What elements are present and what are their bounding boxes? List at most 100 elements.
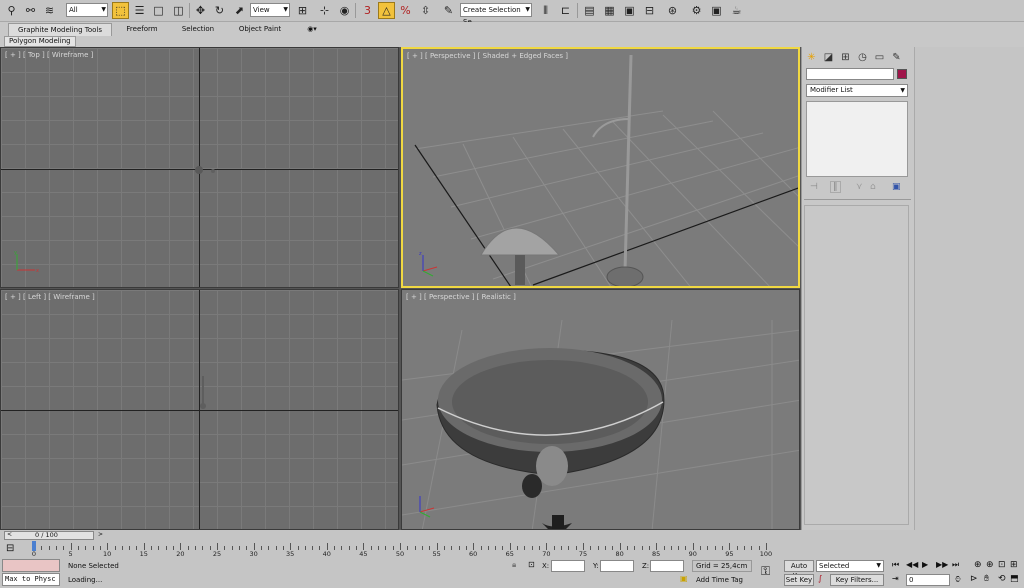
tab-freeform[interactable]: Freeform <box>116 23 168 36</box>
viewport-label[interactable]: [ + ] [ Top ] [ Wireframe ] <box>5 51 93 59</box>
modifier-list-dropdown[interactable]: Modifier List ▼ <box>806 84 908 97</box>
create-tab-icon[interactable]: ✳ <box>804 50 819 65</box>
move-icon[interactable]: ✥ <box>192 2 209 19</box>
hierarchy-tab-icon[interactable]: ⊞ <box>838 50 853 65</box>
curve-editor-icon[interactable]: ▣ <box>621 2 638 19</box>
timeline-tick <box>209 546 211 550</box>
viewport-left[interactable]: [ + ] [ Left ] [ Wireframe ] <box>0 289 399 530</box>
panel-polygon-modeling[interactable]: Polygon Modeling <box>4 36 76 47</box>
key-set-dropdown[interactable]: Selected ▼ <box>816 560 884 572</box>
viewport-label[interactable]: [ + ] [ Left ] [ Wireframe ] <box>5 293 95 301</box>
select-object-icon[interactable]: ⬚ <box>112 2 129 19</box>
keyboard-shortcut-override-icon[interactable]: ◉ <box>336 2 353 19</box>
angle-snap-icon[interactable]: △ <box>378 2 395 19</box>
track-bar[interactable]: ⊟ 0 5 10 15 20 25 30 35 40 45 50 55 60 65 70 75 80 85 90 95… <box>0 541 1024 558</box>
object-name-field[interactable] <box>806 68 894 80</box>
make-unique-icon[interactable]: ⋎ <box>856 182 863 192</box>
schematic-view-icon[interactable]: ⊟ <box>641 2 658 19</box>
absolute-mode-icon[interactable]: ⊡ <box>528 560 535 569</box>
timeline-tick <box>465 546 467 550</box>
spinner-snap-icon[interactable]: ⇳ <box>417 2 434 19</box>
go-to-start-icon[interactable]: ⏮ <box>892 560 899 570</box>
selection-filter-dropdown[interactable]: All <box>66 3 108 17</box>
select-manipulate-icon[interactable]: ⊹ <box>316 2 333 19</box>
show-end-result-icon[interactable]: ‖ <box>830 181 841 193</box>
modifier-stack[interactable] <box>806 101 908 177</box>
align-icon[interactable]: ⊏ <box>557 2 574 19</box>
previous-frame-icon[interactable]: ◀◀ <box>906 560 918 569</box>
orbit-icon[interactable]: ⟲ <box>998 574 1006 584</box>
next-frame-button-icon[interactable]: ▶▶ <box>936 560 948 569</box>
go-to-end-icon[interactable]: ⏭ <box>952 560 959 570</box>
viewport-perspective-realistic[interactable]: [ + ] [ Perspective ] [ Realistic ] <box>401 289 800 530</box>
z-coordinate-field[interactable] <box>650 560 684 572</box>
configure-modifier-sets-icon[interactable]: ▣ <box>892 182 901 192</box>
next-frame-icon[interactable]: > <box>98 531 103 538</box>
viewport-top[interactable]: [ + ] [ Top ] [ Wireframe ] x y <box>0 47 399 288</box>
time-tag-icon[interactable]: ▣ <box>680 574 688 583</box>
graphite-toggle-icon[interactable]: ▦ <box>601 2 618 19</box>
utilities-tab-icon[interactable]: ✎ <box>889 50 904 65</box>
edit-named-selection-icon[interactable]: ✎ <box>440 2 457 19</box>
rectangular-region-icon[interactable]: □ <box>150 2 167 19</box>
lock-icon[interactable]: 🔒︎ <box>512 560 516 570</box>
maxscript-listener-top[interactable] <box>2 559 60 572</box>
field-of-view-icon[interactable]: ⊳ <box>970 574 978 584</box>
tab-graphite-modeling-tools[interactable]: Graphite Modeling Tools <box>8 23 112 36</box>
modify-tab-icon[interactable]: ◪ <box>821 50 836 65</box>
layer-manager-icon[interactable]: ▤ <box>581 2 598 19</box>
zoom-extents-icon[interactable]: ⊡ <box>998 560 1006 570</box>
x-coordinate-field[interactable] <box>551 560 585 572</box>
viewport-perspective-shaded[interactable]: [ + ] [ Perspective ] [ Shaded + Edged F… <box>401 47 800 288</box>
set-key-button[interactable]: Set Key <box>784 574 814 586</box>
maxscript-listener[interactable]: Max to Physc <box>2 573 60 586</box>
rendered-frame-window-icon[interactable]: ▣ <box>708 2 725 19</box>
key-filters-button[interactable]: Key Filters... <box>830 574 884 586</box>
render-production-icon[interactable]: ☕ <box>728 2 745 19</box>
display-tab-icon[interactable]: ▭ <box>872 50 887 65</box>
pivot-center-icon[interactable]: ⊞ <box>294 2 311 19</box>
default-tangents-icon[interactable]: ∫ <box>818 574 822 583</box>
time-cursor[interactable] <box>32 541 36 551</box>
percent-snap-icon[interactable]: % <box>397 2 414 19</box>
material-editor-icon[interactable]: ⊛ <box>664 2 681 19</box>
y-coordinate-field[interactable] <box>600 560 634 572</box>
timeline-tick <box>648 546 650 550</box>
unlink-icon[interactable]: ⚯ <box>22 2 39 19</box>
mirror-icon[interactable]: ⫴ <box>537 2 554 19</box>
zoom-all-icon[interactable]: ⊕ <box>986 560 994 570</box>
zoom-icon[interactable]: ⊕ <box>974 560 982 570</box>
auto-key-button[interactable]: Auto Key <box>784 560 814 580</box>
rotate-icon[interactable]: ↻ <box>211 2 228 19</box>
time-configuration-icon[interactable]: ⌚︎ <box>954 574 962 586</box>
motion-tab-icon[interactable]: ◷ <box>855 50 870 65</box>
scale-icon[interactable]: ⬈ <box>231 2 248 19</box>
zoom-extents-all-icon[interactable]: ⊞ <box>1010 560 1018 570</box>
time-slider[interactable]: < 0 / 100 > <box>4 531 103 540</box>
pin-stack-icon[interactable]: ⊣ <box>810 182 818 192</box>
named-selection-set-dropdown[interactable]: Create Selection Se <box>460 3 532 26</box>
object-color-swatch[interactable] <box>897 69 907 79</box>
reference-coordinate-dropdown[interactable]: View <box>250 3 290 17</box>
tab-object-paint[interactable]: Object Paint <box>228 23 292 36</box>
play-icon[interactable]: ▶ <box>922 560 928 569</box>
key-mode-icon[interactable]: ⇥ <box>892 574 899 583</box>
link-icon[interactable]: ⚲ <box>3 2 20 19</box>
bind-spacewarp-icon[interactable]: ≋ <box>41 2 58 19</box>
prev-frame-icon[interactable]: < <box>7 531 12 538</box>
tab-selection[interactable]: Selection <box>172 23 224 36</box>
maximize-viewport-icon[interactable]: ⬒ <box>1010 574 1019 584</box>
main-toolbar: ⚲ ⚯ ≋ All ⬚ ☰ □ ◫ ✥ ↻ ⬈ View ⊞ ⊹ ◉ 3 △ %… <box>0 0 1024 26</box>
render-setup-icon[interactable]: ⚙ <box>688 2 705 19</box>
window-crossing-icon[interactable]: ◫ <box>170 2 187 19</box>
select-by-name-icon[interactable]: ☰ <box>131 2 148 19</box>
ribbon-options-icon[interactable]: ◉▾ <box>303 23 321 36</box>
remove-modifier-icon[interactable]: ⌂ <box>870 182 876 192</box>
set-key-icon[interactable]: ⚿ <box>761 564 770 579</box>
snaps-toggle-icon[interactable]: 3 <box>359 2 376 19</box>
add-time-tag[interactable]: Add Time Tag <box>696 574 743 586</box>
y-label: Y: <box>593 562 599 570</box>
current-frame-field[interactable]: 0 <box>906 574 950 586</box>
pan-icon[interactable]: ✋︎ <box>984 574 989 584</box>
timeline-tick <box>722 546 724 550</box>
